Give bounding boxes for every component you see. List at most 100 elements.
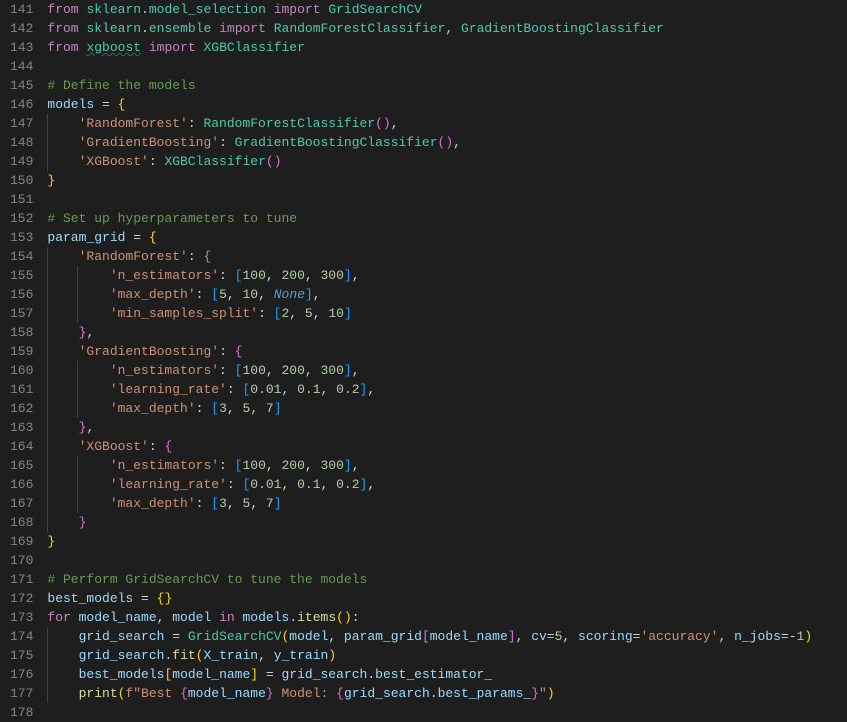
token-mod: model_selection [149, 2, 266, 17]
line-number: 141 [10, 0, 33, 19]
line-number: 162 [10, 399, 33, 418]
code-line[interactable]: for model_name, model in models.items(): [47, 608, 847, 627]
code-line[interactable]: grid_search.fit(X_train, y_train) [47, 646, 847, 665]
token-mod: GradientBoostingClassifier [235, 135, 438, 150]
code-line[interactable]: 'min_samples_split': [2, 5, 10] [47, 304, 847, 323]
code-line[interactable]: 'RandomForest': RandomForestClassifier()… [47, 114, 847, 133]
token-punc: : [196, 496, 212, 511]
token-mod: sklearn [86, 2, 141, 17]
code-line[interactable] [47, 57, 847, 76]
token-punc: , [305, 268, 321, 283]
code-line[interactable]: 'max_depth': [3, 5, 7] [47, 494, 847, 513]
code-line[interactable]: 'GradientBoosting': { [47, 342, 847, 361]
token-brk1: ) [804, 629, 812, 644]
code-line[interactable]: 'RandomForest': { [47, 247, 847, 266]
line-number: 164 [10, 437, 33, 456]
token-punc: . [141, 21, 149, 36]
code-line[interactable]: 'learning_rate': [0.01, 0.1, 0.2], [47, 475, 847, 494]
token-punc [47, 287, 109, 302]
token-punc [47, 420, 78, 435]
line-number: 169 [10, 532, 33, 551]
indent-guide [77, 304, 78, 323]
token-var: model [289, 629, 328, 644]
code-line[interactable]: 'learning_rate': [0.01, 0.1, 0.2], [47, 380, 847, 399]
code-line[interactable]: # Define the models [47, 76, 847, 95]
token-punc: . [430, 686, 438, 701]
code-line[interactable]: 'n_estimators': [100, 200, 300], [47, 266, 847, 285]
line-number: 171 [10, 570, 33, 589]
code-line[interactable]: from xgboost import XGBClassifier [47, 38, 847, 57]
indent-guide [47, 323, 48, 342]
code-line[interactable]: param_grid = { [47, 228, 847, 247]
token-mod: GradientBoostingClassifier [461, 21, 664, 36]
token-str: 'GradientBoosting' [79, 344, 219, 359]
token-punc: = [164, 629, 187, 644]
line-number: 165 [10, 456, 33, 475]
code-content[interactable]: from sklearn.model_selection import Grid… [47, 0, 847, 718]
code-line[interactable] [47, 551, 847, 570]
code-line[interactable]: from sklearn.model_selection import Grid… [47, 0, 847, 19]
token-punc: . [367, 667, 375, 682]
token-var: grid_search [79, 648, 165, 663]
code-line[interactable]: 'XGBoost': XGBClassifier() [47, 152, 847, 171]
code-line[interactable]: models = { [47, 95, 847, 114]
code-line[interactable]: } [47, 513, 847, 532]
indent-guide [47, 665, 48, 684]
token-str: 'XGBoost' [79, 154, 149, 169]
indent-guide [77, 494, 78, 513]
code-line[interactable] [47, 190, 847, 209]
code-line[interactable]: } [47, 171, 847, 190]
code-line[interactable]: }, [47, 418, 847, 437]
token-punc [47, 268, 109, 283]
token-var: param_grid [47, 230, 125, 245]
code-line[interactable]: }, [47, 323, 847, 342]
code-line[interactable]: 'max_depth': [5, 10, None], [47, 285, 847, 304]
code-line[interactable]: # Perform GridSearchCV to tune the model… [47, 570, 847, 589]
line-number: 167 [10, 494, 33, 513]
code-line[interactable]: print(f"Best {model_name} Model: {grid_s… [47, 684, 847, 703]
token-punc: : [227, 477, 243, 492]
code-line[interactable]: 'GradientBoosting': GradientBoostingClas… [47, 133, 847, 152]
indent-guide [47, 304, 48, 323]
code-line[interactable]: best_models = {} [47, 589, 847, 608]
token-punc [47, 306, 109, 321]
code-line[interactable]: 'n_estimators': [100, 200, 300], [47, 456, 847, 475]
indent-guide [77, 380, 78, 399]
indent-guide [47, 361, 48, 380]
token-num: 0.2 [336, 477, 359, 492]
token-var: n_jobs [734, 629, 781, 644]
indent-guide [47, 247, 48, 266]
token-punc: = [258, 667, 281, 682]
token-var: scoring [578, 629, 633, 644]
token-str: Model: [274, 686, 336, 701]
code-line[interactable]: best_models[model_name] = grid_search.be… [47, 665, 847, 684]
token-punc: : [219, 268, 235, 283]
token-punc: . [289, 610, 297, 625]
token-kw: import [219, 21, 266, 36]
code-line[interactable]: grid_search = GridSearchCV(model, param_… [47, 627, 847, 646]
token-punc: : [149, 439, 165, 454]
token-punc [47, 477, 109, 492]
code-line[interactable]: 'max_depth': [3, 5, 7] [47, 399, 847, 418]
token-brk2: { [235, 344, 243, 359]
code-line[interactable]: 'n_estimators': [100, 200, 300], [47, 361, 847, 380]
token-punc: , [445, 21, 461, 36]
token-var: model_name [79, 610, 157, 625]
token-num: 0.1 [297, 382, 320, 397]
code-line[interactable]: } [47, 532, 847, 551]
token-punc: = [133, 591, 156, 606]
code-line[interactable]: 'XGBoost': { [47, 437, 847, 456]
code-line[interactable] [47, 703, 847, 722]
token-const: None [274, 287, 305, 302]
token-punc: , [352, 363, 360, 378]
code-line[interactable]: from sklearn.ensemble import RandomFores… [47, 19, 847, 38]
token-punc: , [328, 629, 344, 644]
token-punc [47, 382, 109, 397]
token-var: model_name [188, 686, 266, 701]
code-editor[interactable]: 1411421431441451461471481491501511521531… [0, 0, 847, 718]
token-kw: from [47, 2, 78, 17]
token-str: " [539, 686, 547, 701]
code-line[interactable]: # Set up hyperparameters to tune [47, 209, 847, 228]
line-number: 148 [10, 133, 33, 152]
line-number: 144 [10, 57, 33, 76]
